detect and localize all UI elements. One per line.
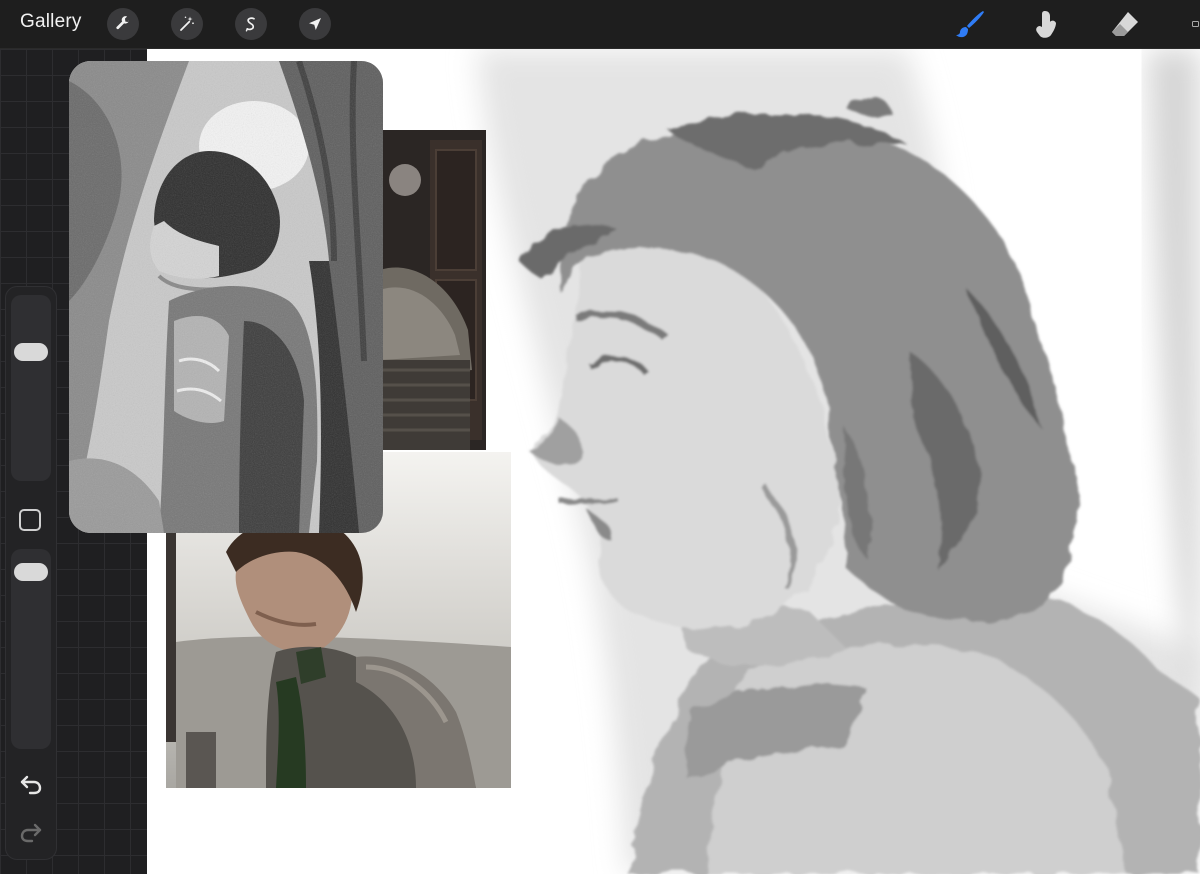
undo-icon[interactable] [18,771,44,797]
wrench-icon [116,16,129,30]
selection-icon [245,17,255,32]
reference-photo-armor-closeup[interactable] [380,130,486,450]
brush-opacity-thumb[interactable] [14,563,48,581]
actions-button[interactable] [107,8,139,40]
smudge-icon [1036,11,1056,38]
selection-button[interactable] [235,8,267,40]
adjustments-button[interactable] [171,8,203,40]
transform-button[interactable] [299,8,331,40]
gallery-button[interactable]: Gallery [20,11,82,33]
reference-photo-painting-knight[interactable] [69,61,383,533]
brush-tool-button[interactable] [952,6,988,42]
transform-arrow-icon [309,18,321,30]
brush-size-thumb[interactable] [14,343,48,361]
smudge-tool-button[interactable] [1029,6,1065,42]
side-toolbar [5,286,57,860]
eraser-icon [1112,12,1138,36]
layers-icon [1192,21,1199,27]
brush-opacity-slider[interactable] [11,549,51,749]
top-toolbar: Gallery [0,0,1200,49]
brush-size-slider[interactable] [11,295,51,481]
layers-button[interactable] [1180,6,1200,42]
modify-square-icon[interactable] [19,509,41,531]
eraser-tool-button[interactable] [1107,6,1143,42]
magic-wand-icon [180,16,194,31]
redo-icon[interactable] [18,819,44,845]
brush-icon [956,11,984,38]
